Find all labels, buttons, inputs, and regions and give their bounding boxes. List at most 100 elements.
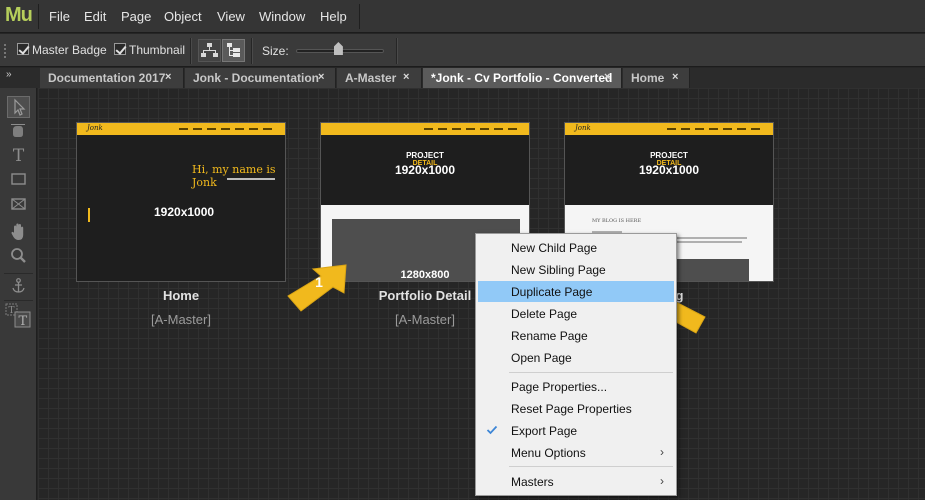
thumb-nav xyxy=(179,128,277,130)
menu-item-label: Reset Page Properties xyxy=(511,402,632,416)
tab-close-icon[interactable]: × xyxy=(318,71,324,83)
checkmark-icon xyxy=(486,425,498,435)
menu-item-label: Open Page xyxy=(511,351,572,365)
menu-item-export-page[interactable]: Export Page xyxy=(478,420,674,441)
tools-divider xyxy=(4,273,33,274)
master-badge-label[interactable]: Master Badge xyxy=(32,43,107,57)
tab-close-icon[interactable]: × xyxy=(672,71,678,83)
document-tab-bar: » Documentation 2017 × Jonk - Documentat… xyxy=(0,68,925,88)
control-divider xyxy=(251,38,252,64)
magnifier-icon xyxy=(11,248,26,263)
app-window: Mu File Edit Page Object View Window Hel… xyxy=(0,0,925,500)
image-frame-tool[interactable] xyxy=(7,194,30,216)
menu-item-masters[interactable]: Masters › xyxy=(478,471,674,492)
crop-tool[interactable] xyxy=(7,121,30,143)
menu-bar: Mu File Edit Page Object View Window Hel… xyxy=(0,0,925,33)
menu-divider xyxy=(509,372,673,373)
selection-tool[interactable] xyxy=(7,96,30,118)
menu-object[interactable]: Object xyxy=(164,9,202,24)
menu-item-label: New Child Page xyxy=(511,241,598,255)
control-bar: Master Badge Thumbnail Size: xyxy=(0,34,925,67)
menu-item-rename-page[interactable]: Rename Page xyxy=(478,325,674,346)
thumb-accent-mark xyxy=(88,208,90,222)
menu-item-label: Page Properties... xyxy=(511,380,608,394)
callout-number-1: 1 xyxy=(315,274,323,290)
text-frame-toggle[interactable]: T T xyxy=(5,303,32,329)
tab-documentation-2017[interactable]: Documentation 2017 × xyxy=(40,68,184,88)
thumb-header-bar: Jonk xyxy=(77,123,285,135)
thumb-size-label: 1920x1000 xyxy=(154,205,215,219)
menu-file[interactable]: File xyxy=(49,9,70,24)
menu-item-open-page[interactable]: Open Page xyxy=(478,347,674,368)
tab-jonk-cv-portfolio-converted[interactable]: *Jonk - Cv Portfolio - Converted × xyxy=(423,68,622,88)
tab-home[interactable]: Home × xyxy=(623,68,690,88)
rectangle-icon xyxy=(11,173,26,185)
thumb-logo: Jonk xyxy=(87,124,103,132)
tab-close-icon[interactable]: × xyxy=(403,71,409,83)
thumb-hero-heading: Hi, my name is Jonk xyxy=(192,163,276,189)
tab-jonk-documentation[interactable]: Jonk - Documentation × xyxy=(185,68,336,88)
thumb-project-title: PROJECT xyxy=(406,151,444,160)
tab-a-master[interactable]: A-Master × xyxy=(337,68,422,88)
menu-item-label: New Sibling Page xyxy=(511,263,606,277)
list-view-button[interactable] xyxy=(222,39,245,62)
submenu-arrow-icon: › xyxy=(660,474,664,488)
thumb-hero-subline xyxy=(227,178,275,180)
thumb-text-line xyxy=(677,237,747,239)
grip-handle-icon[interactable] xyxy=(4,44,9,58)
collapse-panels-icon[interactable]: » xyxy=(6,69,11,80)
menu-window[interactable]: Window xyxy=(259,9,305,24)
sitemap-list-icon xyxy=(227,43,240,57)
menu-item-new-sibling-page[interactable]: New Sibling Page xyxy=(478,259,674,280)
menu-item-label: Menu Options xyxy=(511,446,586,460)
menu-divider xyxy=(509,466,673,467)
page-thumbnail-home[interactable]: Jonk Hi, my name is Jonk 1920x1000 xyxy=(76,122,286,282)
thumb-project-title: PROJECT xyxy=(650,151,688,160)
svg-text:T: T xyxy=(19,314,28,329)
menu-item-new-child-page[interactable]: New Child Page xyxy=(478,237,674,258)
tab-close-icon[interactable]: × xyxy=(165,71,171,83)
menu-item-page-properties[interactable]: Page Properties... xyxy=(478,376,674,397)
page-master-home: [A-Master] xyxy=(151,312,211,327)
menu-item-reset-page-properties[interactable]: Reset Page Properties xyxy=(478,398,674,419)
control-divider xyxy=(396,38,397,64)
text-tool-icon[interactable]: T xyxy=(7,145,30,167)
crop-hand-icon xyxy=(11,124,25,137)
menu-item-duplicate-page[interactable]: Duplicate Page xyxy=(478,281,674,302)
anchor-icon xyxy=(12,278,25,293)
thumbnail-label[interactable]: Thumbnail xyxy=(129,43,185,57)
menu-item-label: Export Page xyxy=(511,424,578,438)
thumbnail-checkbox[interactable] xyxy=(114,43,126,55)
thumb-text-line xyxy=(677,241,742,243)
callout-arrow-1-icon: 1 xyxy=(287,264,347,312)
thumb-image-block xyxy=(677,259,749,281)
tab-label: Documentation 2017 xyxy=(48,71,166,85)
thumb-header-bar: Jonk xyxy=(565,123,773,135)
menu-page[interactable]: Page xyxy=(121,9,151,24)
menu-help[interactable]: Help xyxy=(320,9,347,24)
zoom-tool[interactable] xyxy=(7,246,30,268)
menu-item-label: Masters xyxy=(511,475,554,489)
thumb-header-bar xyxy=(321,123,529,135)
tab-close-icon[interactable]: × xyxy=(604,71,610,83)
control-divider xyxy=(190,38,191,64)
size-slider-thumb[interactable] xyxy=(333,42,343,55)
menu-view[interactable]: View xyxy=(217,9,245,24)
master-badge-checkbox[interactable] xyxy=(17,43,29,55)
tab-label: *Jonk - Cv Portfolio - Converted xyxy=(431,71,613,85)
menu-edit[interactable]: Edit xyxy=(84,9,106,24)
thumb-blog-heading: MY BLOG IS HERE xyxy=(592,218,642,224)
text-frame-icon: T T xyxy=(5,303,31,329)
muse-logo: Mu xyxy=(5,4,33,26)
menu-item-menu-options[interactable]: Menu Options › xyxy=(478,442,674,463)
rectangle-tool[interactable] xyxy=(7,169,30,191)
menubar-divider xyxy=(359,4,360,29)
anchor-tool[interactable] xyxy=(7,276,30,298)
menu-item-label: Rename Page xyxy=(511,329,588,343)
page-name-home[interactable]: Home xyxy=(76,288,286,303)
hand-tool[interactable] xyxy=(7,221,30,243)
menu-item-label: Delete Page xyxy=(511,307,578,321)
menu-item-delete-page[interactable]: Delete Page xyxy=(478,303,674,324)
size-label: Size: xyxy=(262,44,289,58)
tree-view-button[interactable] xyxy=(198,39,221,62)
